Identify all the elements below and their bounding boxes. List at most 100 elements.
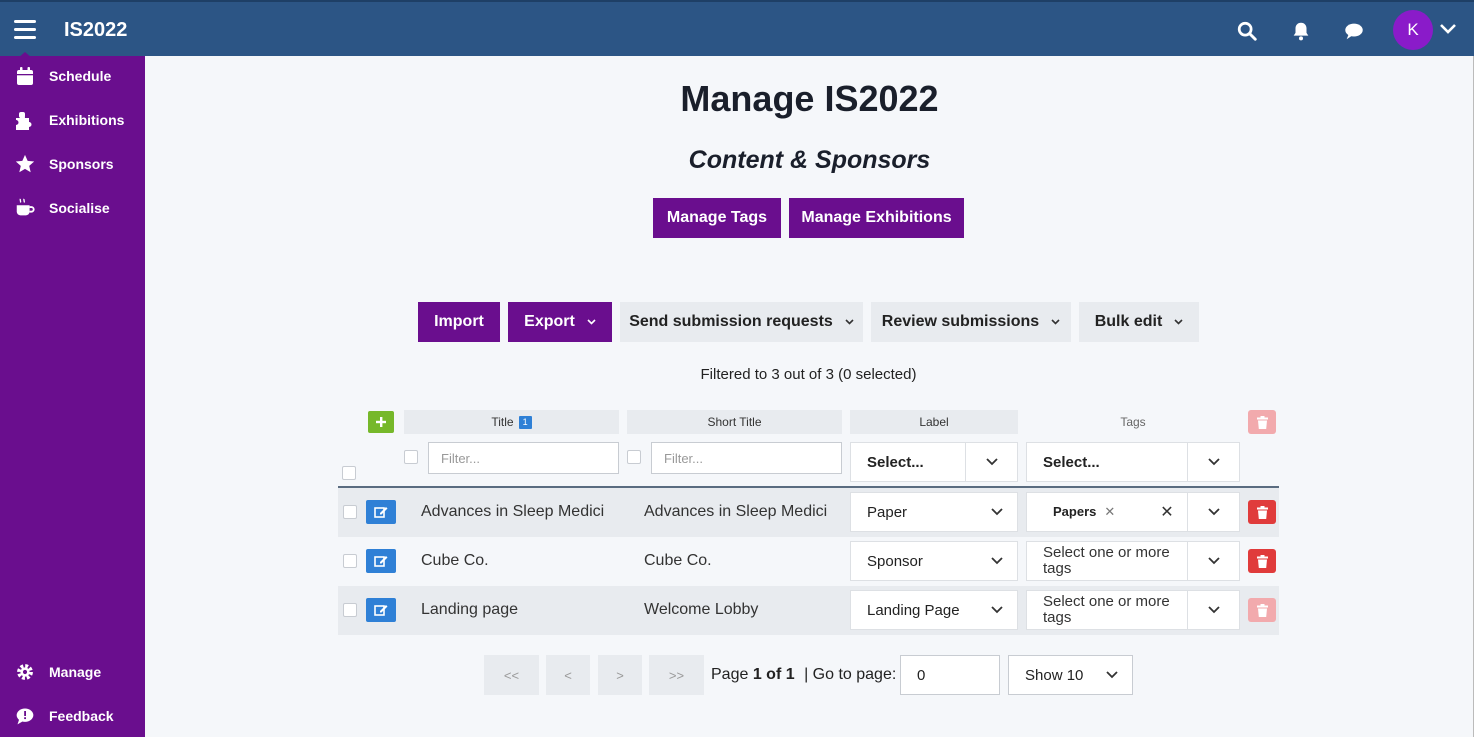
tags-select[interactable]: Papers ✕ ✕ <box>1026 492 1240 532</box>
sidebar-item-sponsors[interactable]: Sponsors <box>0 148 145 180</box>
sidebar-item-socialise[interactable]: Socialise <box>0 192 145 224</box>
tags-placeholder: Select one or more tags <box>1043 593 1170 626</box>
user-avatar[interactable]: K <box>1393 10 1433 50</box>
page-title: Manage IS2022 <box>680 78 939 119</box>
sidebar-item-manage[interactable]: Manage <box>0 656 145 688</box>
label-select[interactable]: Sponsor <box>850 541 1018 581</box>
chevron-down-icon <box>977 508 1017 516</box>
puzzle-icon <box>14 109 36 131</box>
tags-filter-select[interactable]: Select... <box>1026 442 1240 482</box>
short-title-filter-checkbox[interactable] <box>627 450 641 464</box>
clear-tags-icon[interactable]: ✕ <box>1147 502 1187 522</box>
edit-row-button[interactable] <box>366 549 396 573</box>
export-button[interactable]: Export <box>508 302 612 342</box>
label-value: Landing Page <box>867 601 960 619</box>
title-filter-checkbox[interactable] <box>404 450 418 464</box>
column-header-tags[interactable]: Tags <box>1026 410 1240 434</box>
send-requests-label: Send submission requests <box>629 313 833 330</box>
row-checkbox[interactable] <box>343 554 357 568</box>
page-size-select[interactable]: Show 10 <box>1008 655 1133 695</box>
chevron-down-icon[interactable] <box>1439 22 1457 36</box>
chevron-down-icon <box>977 606 1017 614</box>
delete-row-button[interactable] <box>1248 500 1276 524</box>
column-header-title[interactable]: Title 1 <box>404 410 619 434</box>
delete-row-button[interactable] <box>1248 598 1276 622</box>
chevron-down-icon <box>1187 542 1239 580</box>
row-checkbox[interactable] <box>343 603 357 617</box>
short-title-cell[interactable]: Cube Co. <box>644 552 827 570</box>
column-header-label[interactable]: Label <box>850 410 1018 434</box>
title-cell[interactable]: Cube Co. <box>421 552 604 570</box>
manage-exhibitions-button[interactable]: Manage Exhibitions <box>789 198 964 238</box>
review-label: Review submissions <box>881 313 1040 330</box>
export-label: Export <box>524 313 575 330</box>
chevron-down-icon <box>1174 319 1183 325</box>
short-title-cell[interactable]: Welcome Lobby <box>644 601 827 619</box>
next-page-button[interactable]: > <box>598 655 642 695</box>
label-filter-select[interactable]: Select... <box>850 442 1018 482</box>
sidebar-item-label: Schedule <box>49 68 112 84</box>
edit-icon <box>374 556 388 567</box>
send-submission-requests-button[interactable]: Send submission requests <box>620 302 863 342</box>
review-submissions-button[interactable]: Review submissions <box>871 302 1071 342</box>
sidebar: Schedule Exhibitions Sponsors Socialise … <box>0 56 145 737</box>
edit-icon <box>374 605 388 616</box>
column-header-short-title[interactable]: Short Title <box>627 410 842 434</box>
page-indicator: Page 1 of 1 | Go to page: <box>711 666 896 684</box>
goto-label: | Go to page: <box>804 666 897 683</box>
tags-select[interactable]: Select one or more tags <box>1026 541 1240 581</box>
last-page-button[interactable]: >> <box>649 655 704 695</box>
label-select[interactable]: Paper <box>850 492 1018 532</box>
chevron-down-icon <box>845 319 854 325</box>
bell-icon[interactable] <box>1290 20 1312 42</box>
bulk-edit-button[interactable]: Bulk edit <box>1079 302 1199 342</box>
feedback-icon <box>14 705 36 727</box>
plus-icon <box>376 417 386 427</box>
header-title-label: Title <box>491 415 514 429</box>
edit-row-button[interactable] <box>366 500 396 524</box>
tag-chip-label: Papers <box>1053 504 1097 519</box>
select-all-checkbox[interactable] <box>342 466 356 480</box>
app-title: IS2022 <box>64 19 128 41</box>
page-subtitle: Content & Sponsors <box>688 146 931 174</box>
label-select[interactable]: Landing Page <box>850 590 1018 630</box>
sidebar-item-label: Socialise <box>49 200 110 216</box>
page-size-value: Show 10 <box>1025 666 1084 684</box>
delete-row-button[interactable] <box>1248 549 1276 573</box>
hamburger-menu-icon[interactable] <box>14 20 36 39</box>
remove-tag-icon[interactable]: ✕ <box>1104 504 1115 519</box>
label-value: Sponsor <box>867 552 923 570</box>
delete-selected-button[interactable] <box>1248 410 1276 434</box>
tags-filter-value: Select... <box>1043 453 1100 471</box>
row-checkbox[interactable] <box>343 505 357 519</box>
title-cell[interactable]: Advances in Sleep Medicine <box>421 503 604 521</box>
filter-summary: Filtered to 3 out of 3 (0 selected) <box>700 366 917 383</box>
manage-tags-button[interactable]: Manage Tags <box>653 198 781 238</box>
first-page-button[interactable]: << <box>484 655 539 695</box>
chevron-down-icon <box>1051 319 1060 325</box>
sidebar-item-label: Manage <box>49 664 102 680</box>
table-row: Cube Co. Cube Co. Sponsor Select one or … <box>338 537 1279 586</box>
chevron-down-icon <box>1106 671 1118 679</box>
title-filter-input[interactable]: Filter... <box>428 442 619 474</box>
trash-icon <box>1256 505 1268 519</box>
edit-row-button[interactable] <box>366 598 396 622</box>
title-cell[interactable]: Landing page <box>421 601 604 619</box>
short-title-filter-input[interactable]: Filter... <box>651 442 842 474</box>
short-title-cell[interactable]: Advances in Sleep Medicine <box>644 503 827 521</box>
goto-page-input[interactable]: 0 <box>900 655 1000 695</box>
chat-icon[interactable] <box>1343 20 1365 42</box>
chevron-down-icon <box>965 443 1017 481</box>
top-bar: IS2022 K <box>0 0 1474 58</box>
sidebar-item-label: Sponsors <box>49 156 114 172</box>
sidebar-item-feedback[interactable]: Feedback <box>0 700 145 732</box>
trash-icon <box>1256 554 1268 568</box>
tags-select[interactable]: Select one or more tags <box>1026 590 1240 630</box>
add-row-button[interactable] <box>368 411 394 433</box>
prev-page-button[interactable]: < <box>546 655 590 695</box>
sidebar-item-label: Feedback <box>49 708 114 724</box>
sidebar-item-exhibitions[interactable]: Exhibitions <box>0 104 145 136</box>
import-button[interactable]: Import <box>418 302 500 342</box>
sidebar-item-schedule[interactable]: Schedule <box>0 60 145 92</box>
search-icon[interactable] <box>1236 20 1258 42</box>
